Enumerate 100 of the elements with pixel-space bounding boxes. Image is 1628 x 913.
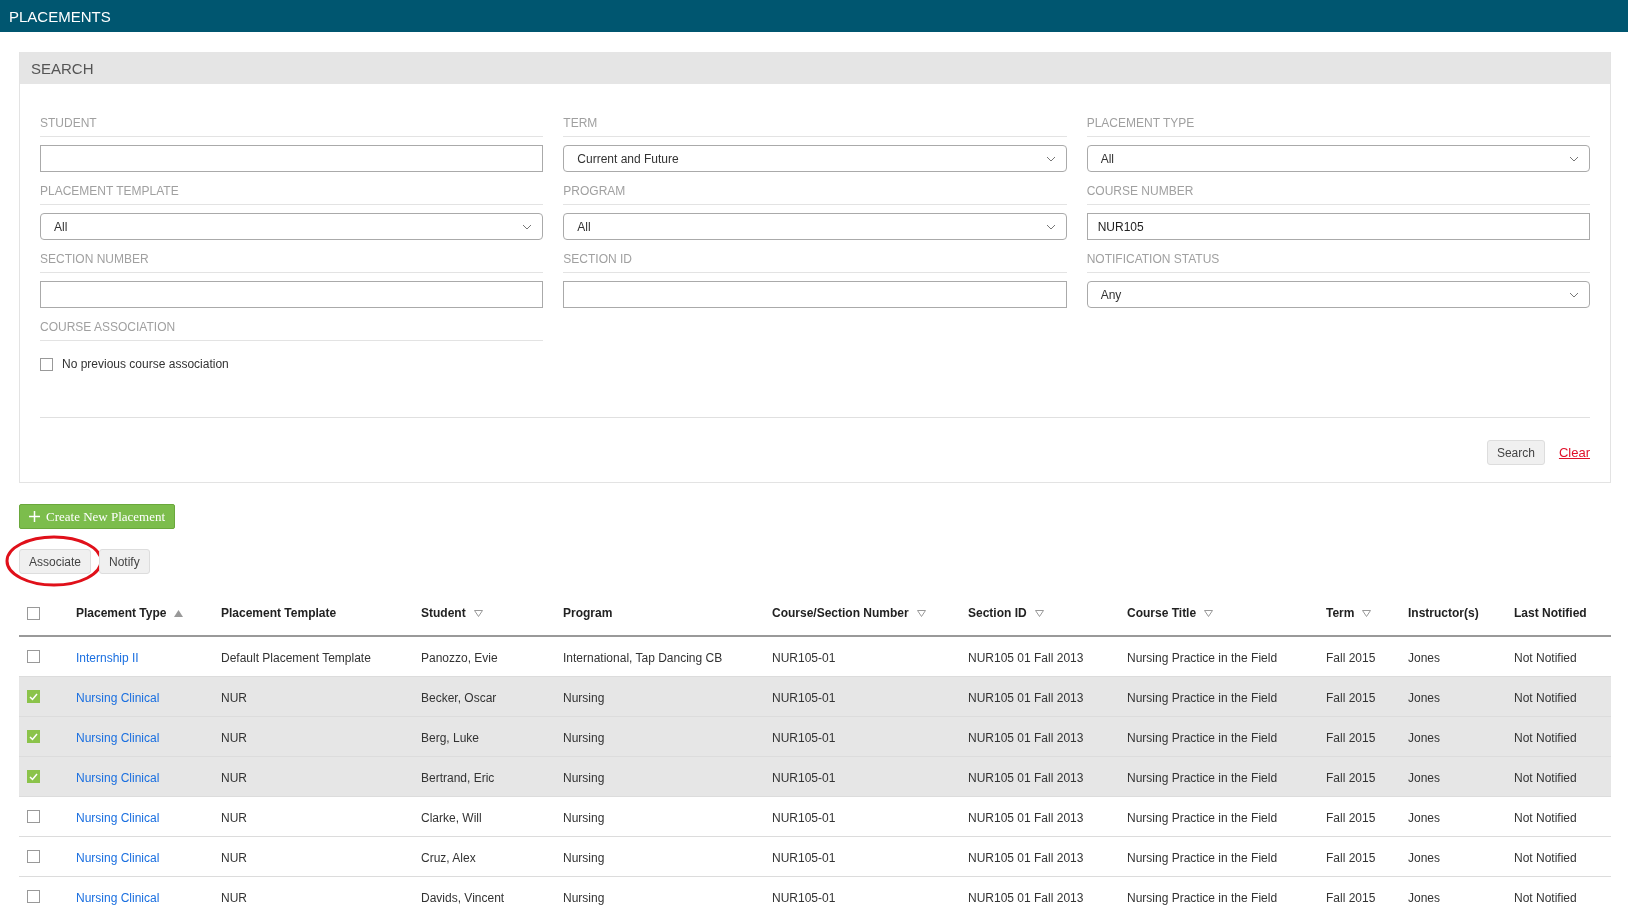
plus-icon <box>29 511 40 522</box>
table-cell: Clarke, Will <box>421 810 482 825</box>
table-cell: Berg, Luke <box>421 730 480 745</box>
table-row[interactable]: Nursing Clinical NUR Becker, Oscar Nursing NUR105-01 NUR105 01 Fall 2013 Nursing Practice in the Field Fall 2015 Jones Not Notified <box>19 677 1611 717</box>
input-field[interactable] <box>40 281 544 308</box>
placement-type-link[interactable]: Nursing Clinical <box>76 730 160 745</box>
clear-link[interactable]: Clear <box>1558 445 1590 460</box>
table-cell: NUR <box>221 890 247 905</box>
row-checkbox[interactable] <box>27 850 40 863</box>
chevron-down-icon <box>522 223 533 230</box>
column-header: Instructor(s) <box>1408 606 1479 620</box>
select-all-checkbox[interactable] <box>27 606 40 620</box>
field-label: STUDENT <box>40 115 544 137</box>
chevron-down-icon <box>1045 223 1056 230</box>
table-cell: Not Notified <box>1514 810 1577 825</box>
field-label: SECTION ID <box>563 251 1067 273</box>
table-cell: NUR <box>221 850 247 865</box>
table-cell: Nursing Practice in the Field <box>1127 650 1278 665</box>
input-field[interactable] <box>40 145 544 172</box>
table-cell: NUR105 01 Fall 2013 <box>968 650 1084 665</box>
placement-type-link[interactable]: Nursing Clinical <box>76 810 160 825</box>
table-cell: NUR105 01 Fall 2013 <box>968 890 1084 905</box>
column-header: Last Notified <box>1514 606 1587 620</box>
table-cell: Jones <box>1408 730 1441 745</box>
table-cell: Fall 2015 <box>1326 770 1376 785</box>
table-row[interactable]: Nursing Clinical NUR Berg, Luke Nursing NUR105-01 NUR105 01 Fall 2013 Nursing Practice in the Field Fall 2015 Jones Not Notified <box>19 717 1611 757</box>
row-checkbox[interactable] <box>27 890 40 903</box>
panel-title: SEARCH <box>31 59 94 77</box>
table-cell: NUR <box>221 770 247 785</box>
sort-icon[interactable] <box>1034 609 1044 617</box>
table-cell: Nursing <box>563 690 605 705</box>
table-row[interactable]: Nursing Clinical NUR Bertrand, Eric Nursing NUR105-01 NUR105 01 Fall 2013 Nursing Practice in the Field Fall 2015 Jones Not Notified <box>19 757 1611 797</box>
table-cell: Nursing Practice in the Field <box>1127 730 1278 745</box>
table-cell: NUR105-01 <box>772 650 836 665</box>
table-cell: Jones <box>1408 770 1441 785</box>
table-cell: International, Tap Dancing CB <box>563 650 723 665</box>
table-cell: Not Notified <box>1514 850 1577 865</box>
input-field[interactable]: NUR105 <box>1086 213 1590 240</box>
placement-type-link[interactable]: Nursing Clinical <box>76 770 160 785</box>
row-checkbox[interactable] <box>27 770 40 783</box>
input-field[interactable] <box>563 281 1067 308</box>
row-checkbox[interactable] <box>27 650 40 663</box>
table-cell: Nursing <box>563 850 605 865</box>
sort-ascending-icon[interactable] <box>174 609 184 617</box>
action-button[interactable]: Associate <box>19 549 92 574</box>
placement-type-link[interactable]: Nursing Clinical <box>76 890 160 905</box>
table-cell: NUR <box>221 730 247 745</box>
field-label: COURSE ASSOCIATION <box>40 319 544 341</box>
table-cell: NUR <box>221 690 247 705</box>
row-checkbox[interactable] <box>27 810 40 823</box>
table-cell: Nursing Practice in the Field <box>1127 690 1278 705</box>
placement-type-link[interactable]: Nursing Clinical <box>76 690 160 705</box>
row-checkbox[interactable] <box>27 730 40 743</box>
table-cell: NUR105 01 Fall 2013 <box>968 730 1084 745</box>
table-cell: Fall 2015 <box>1326 890 1376 905</box>
chevron-down-icon <box>1569 291 1579 298</box>
table-cell: Panozzo, Evie <box>421 650 498 665</box>
table-cell: Nursing Practice in the Field <box>1127 850 1278 865</box>
table-cell: NUR105 01 Fall 2013 <box>968 850 1084 865</box>
table-cell: Not Notified <box>1514 690 1577 705</box>
table-cell: Fall 2015 <box>1326 730 1376 745</box>
dropdown-field[interactable]: All <box>40 213 544 240</box>
table-cell: NUR105-01 <box>772 770 836 785</box>
placement-type-link[interactable]: Internship II <box>76 650 139 665</box>
table-cell: NUR105-01 <box>772 890 836 905</box>
column-header: Term <box>1326 606 1372 620</box>
field-label: PLACEMENT TEMPLATE <box>40 183 544 205</box>
table-cell: Nursing <box>563 730 605 745</box>
dropdown-field[interactable]: Any <box>1086 281 1590 308</box>
table-cell: NUR105 01 Fall 2013 <box>968 690 1084 705</box>
table-cell: Jones <box>1408 690 1441 705</box>
table-cell: NUR105-01 <box>772 850 836 865</box>
sort-icon[interactable] <box>1204 609 1214 617</box>
column-header: Program <box>563 606 613 620</box>
table-cell: Fall 2015 <box>1326 690 1376 705</box>
placement-type-link[interactable]: Nursing Clinical <box>76 850 160 865</box>
table-cell: Nursing <box>563 770 605 785</box>
search-button[interactable]: Search <box>1486 440 1545 465</box>
sort-icon[interactable] <box>1362 609 1372 617</box>
table-cell: Jones <box>1408 890 1441 905</box>
row-checkbox[interactable] <box>27 690 40 703</box>
table-cell: NUR105-01 <box>772 730 836 745</box>
table-cell: Nursing Practice in the Field <box>1127 890 1278 905</box>
action-button[interactable]: Notify <box>99 549 150 574</box>
page-title: PLACEMENTS <box>9 7 111 25</box>
table-cell: Default Placement Template <box>221 650 371 665</box>
sort-icon[interactable] <box>473 609 483 617</box>
table-cell: Nursing Practice in the Field <box>1127 810 1278 825</box>
table-cell: Jones <box>1408 850 1441 865</box>
sort-icon[interactable] <box>916 609 926 617</box>
table-cell: NUR105-01 <box>772 810 836 825</box>
dropdown-field[interactable]: All <box>1086 145 1590 172</box>
table-cell: Not Notified <box>1514 890 1577 905</box>
table-cell: Nursing <box>563 810 605 825</box>
checkbox[interactable] <box>40 357 53 371</box>
table-cell: Not Notified <box>1514 650 1577 665</box>
table-cell: Cruz, Alex <box>421 850 476 865</box>
dropdown-field[interactable]: All <box>563 213 1067 240</box>
checkbox-label: No previous course association <box>62 357 229 371</box>
dropdown-field[interactable]: Current and Future <box>563 145 1067 172</box>
